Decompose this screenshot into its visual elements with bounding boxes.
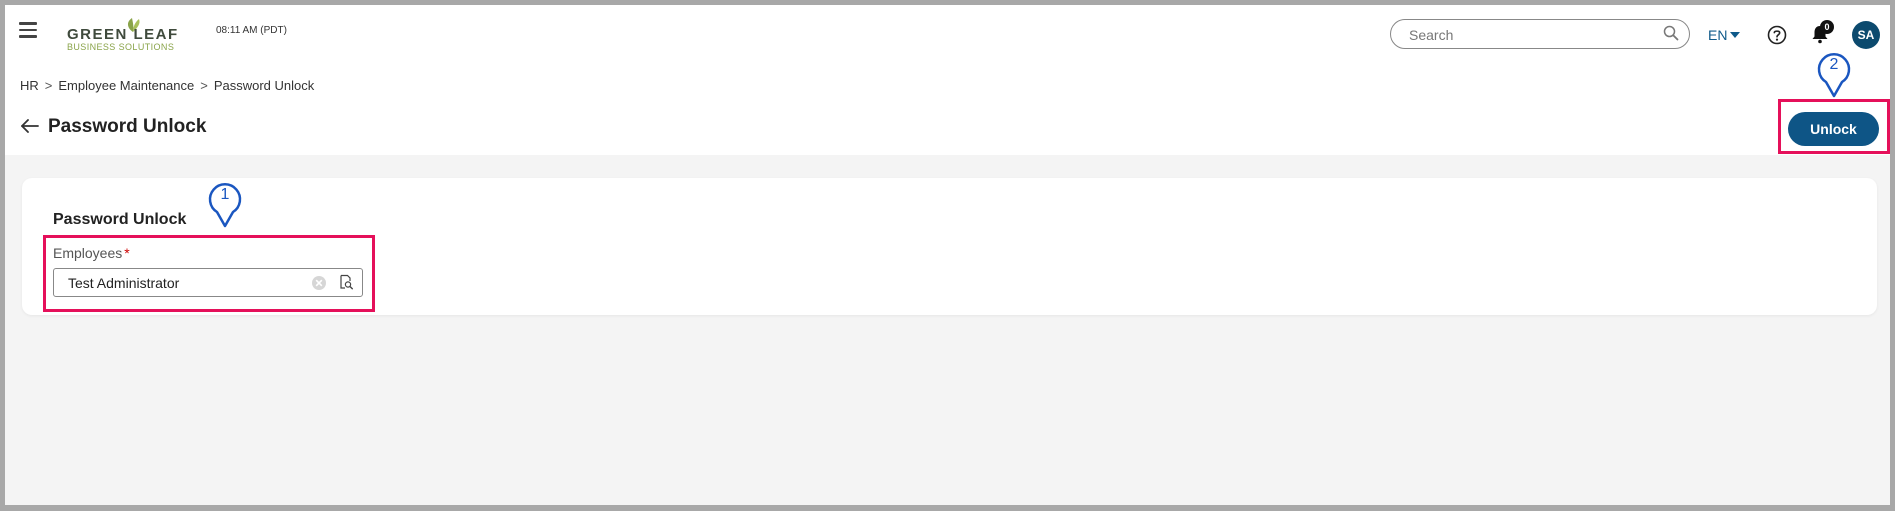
highlight-box-employees	[43, 235, 375, 312]
back-arrow-icon[interactable]	[20, 118, 40, 134]
breadcrumb-item-current: Password Unlock	[213, 78, 315, 93]
callout-marker-1: 1	[207, 182, 243, 228]
caret-down-icon	[1730, 32, 1741, 38]
callout-number: 2	[1829, 56, 1839, 73]
logo-wordmark: GREEN LEAF	[67, 26, 179, 43]
callout-marker-2: 2	[1816, 52, 1852, 98]
page-title: Password Unlock	[48, 116, 207, 137]
highlight-box-unlock	[1778, 99, 1890, 154]
language-selector[interactable]: EN	[1708, 27, 1741, 43]
search-icon[interactable]	[1663, 25, 1679, 41]
language-label: EN	[1708, 27, 1728, 43]
breadcrumb: HR > Employee Maintenance > Password Unlock	[20, 78, 314, 93]
card-title: Password Unlock	[53, 211, 187, 228]
logo-tagline: BUSINESS SOLUTIONS	[67, 42, 175, 52]
menu-icon[interactable]	[19, 22, 37, 38]
breadcrumb-separator: >	[200, 78, 208, 93]
search-input[interactable]	[1407, 25, 1661, 45]
breadcrumb-item-hr[interactable]: HR	[20, 78, 39, 93]
notification-count-badge: 0	[1820, 20, 1834, 34]
company-logo[interactable]: GREEN LEAF BUSINESS SOLUTIONS	[67, 18, 195, 54]
breadcrumb-item-employee-maintenance[interactable]: Employee Maintenance	[58, 78, 194, 93]
current-time: 08:11 AM (PDT)	[216, 25, 287, 36]
callout-number: 1	[220, 186, 230, 203]
help-icon[interactable]	[1767, 25, 1787, 45]
user-avatar[interactable]: SA	[1852, 21, 1880, 49]
search-box[interactable]	[1390, 19, 1690, 49]
breadcrumb-separator: >	[44, 78, 53, 93]
app-window: GREEN LEAF BUSINESS SOLUTIONS 08:11 AM (…	[5, 5, 1890, 505]
